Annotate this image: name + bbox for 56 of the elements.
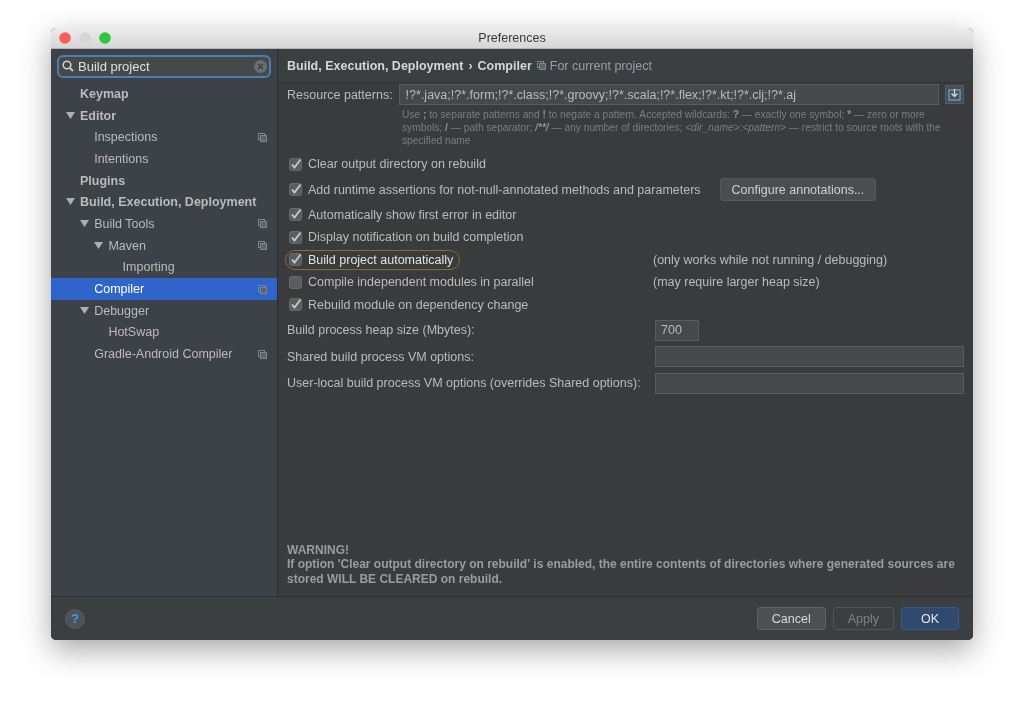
breadcrumb-separator: › (468, 58, 473, 73)
checked-checkbox[interactable] (289, 298, 302, 312)
tree-item[interactable]: Gradle-Android Compiler (51, 343, 277, 365)
breadcrumb-item: Compiler (477, 58, 532, 73)
tree-item[interactable]: Intentions (51, 148, 277, 170)
checked-checkbox[interactable] (289, 183, 302, 196)
tree-item[interactable]: Maven (51, 234, 277, 257)
cancel-button[interactable]: Cancel (756, 607, 826, 630)
field-label: Shared build process VM options: (287, 349, 475, 364)
tree-item[interactable]: Plugins (51, 169, 277, 192)
checkbox-label[interactable]: Compile independent modules in parallel (308, 275, 534, 290)
checkbox-label[interactable]: Clear output directory on rebuild (308, 157, 486, 172)
warning-title: WARNING! (287, 542, 350, 557)
tree-item[interactable]: Importing (51, 256, 277, 279)
hint-text: Use ; to separate patterns and ! to negate a pattern. Accepted wildcards: ? — exactly one symbol; * — zero or more symbols; / — path separator; /**/ — any number of directories; <dir_name>:<pattern> — restrict to source roots with the specified name (402, 108, 942, 147)
copy-icon (258, 241, 267, 251)
checkbox-label[interactable]: Automatically show first error in editor (308, 207, 517, 222)
input-field[interactable] (655, 372, 964, 394)
checkbox-label[interactable]: Rebuild module on dependency change (308, 297, 529, 312)
copy-icon (258, 219, 267, 229)
breadcrumb-item[interactable]: Build, Execution, Deployment (287, 58, 464, 73)
tree-item[interactable]: HotSwap (51, 321, 277, 344)
checked-checkbox[interactable] (289, 208, 302, 222)
checkbox-label[interactable]: Display notification on build completion (308, 230, 524, 245)
copy-icon (258, 349, 267, 359)
tree-item[interactable]: Inspections (51, 126, 277, 149)
unchecked-checkbox[interactable] (289, 275, 302, 289)
tree-item[interactable]: Debugger (51, 299, 277, 322)
note-text: (may require larger heap size) (653, 275, 820, 290)
tree-item[interactable]: Keymap (51, 83, 277, 105)
warning-text: If option 'Clear output directory on rebuild' is enabled, the entire contents of directories where generated sources are stored WILL BE CLEARED on rebuild. (287, 557, 956, 586)
search-field[interactable]: Build project (57, 55, 271, 78)
copy-icon (536, 61, 546, 70)
field-label: Build process heap size (Mbytes): (287, 323, 476, 338)
search-icon (62, 60, 74, 72)
expand-field-icon[interactable] (945, 85, 964, 104)
note-text: (only works while not running / debugging) (653, 252, 888, 267)
configure-annotations-button[interactable]: Configure annotations... (719, 178, 877, 201)
tree-item[interactable]: Compiler (51, 278, 277, 300)
ok-button[interactable]: OK (901, 607, 959, 630)
resource-patterns-field[interactable]: !?*.java;!?*.form;!?*.class;!?*.groovy;!?*.scala;!?*.flex;!?*.kt;!?*.clj;!?*.aj (398, 84, 939, 105)
field-label: Resource patterns: (287, 87, 393, 102)
tree-item[interactable]: Build Tools (51, 213, 277, 235)
copy-icon (258, 132, 267, 142)
scope-label: For current project (549, 58, 652, 73)
checked-checkbox[interactable] (289, 253, 302, 267)
checkbox-label[interactable]: Add runtime assertions for not-null-annotated methods and parameters (308, 182, 701, 197)
input-field[interactable] (655, 346, 964, 368)
tree-item[interactable]: Build, Execution, Deployment (51, 191, 277, 214)
field-label: User-local build process VM options (overrides Shared options): (287, 376, 642, 391)
input-field[interactable]: 700 (655, 319, 699, 341)
checked-checkbox[interactable] (289, 230, 302, 244)
tree-item[interactable]: Editor (51, 104, 277, 127)
window-title: Preferences (478, 31, 546, 45)
copy-icon (258, 284, 267, 294)
checked-checkbox[interactable] (289, 157, 302, 171)
